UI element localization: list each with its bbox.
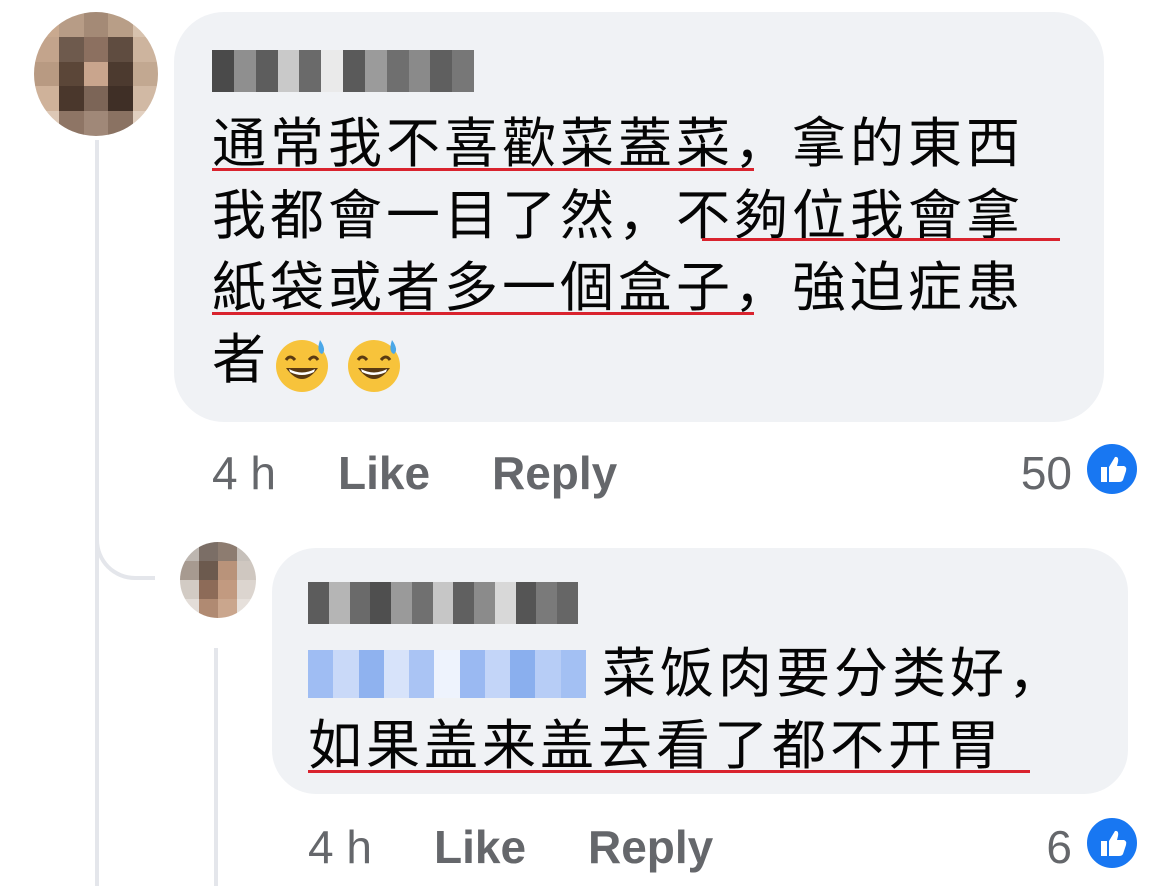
reply-button[interactable]: Reply bbox=[588, 820, 713, 874]
red-underline bbox=[212, 168, 754, 171]
avatar[interactable] bbox=[34, 12, 158, 136]
avatar-pixelated bbox=[180, 542, 256, 618]
red-underline bbox=[212, 312, 754, 315]
red-underline bbox=[702, 238, 1060, 241]
comment-text-line-2: 我都會一目了然，不夠位我會拿 bbox=[212, 184, 1024, 247]
red-underline bbox=[308, 770, 1030, 773]
thumbs-up-icon bbox=[1101, 456, 1127, 482]
thread-line-main bbox=[95, 140, 99, 886]
avatar-pixelated bbox=[34, 12, 158, 136]
timestamp[interactable]: 4 h bbox=[308, 820, 372, 874]
author-name-blurred[interactable] bbox=[212, 50, 474, 92]
like-button[interactable]: Like bbox=[434, 820, 526, 874]
timestamp[interactable]: 4 h bbox=[212, 446, 276, 500]
like-button[interactable]: Like bbox=[338, 446, 430, 500]
thread-line-reply bbox=[214, 648, 218, 886]
grinning-sweat-emoji-icon bbox=[348, 340, 400, 392]
reaction-count[interactable]: 50 bbox=[960, 446, 1072, 500]
mention-tag-blurred[interactable] bbox=[308, 650, 586, 698]
reply-button[interactable]: Reply bbox=[492, 446, 617, 500]
thumbs-up-icon bbox=[1101, 830, 1127, 856]
reaction-count[interactable]: 6 bbox=[990, 820, 1072, 874]
comment-text-line-4: 者 bbox=[212, 328, 270, 391]
thumbs-up-reaction-icon[interactable] bbox=[1083, 814, 1141, 872]
avatar[interactable] bbox=[180, 542, 256, 618]
thread-connector-curve bbox=[95, 530, 155, 580]
thumbs-up-reaction-icon[interactable] bbox=[1083, 440, 1141, 498]
reply-text-line-1: 菜饭肉要分类好， bbox=[602, 642, 1066, 705]
author-name-blurred[interactable] bbox=[308, 582, 578, 624]
grinning-sweat-emoji-icon bbox=[276, 340, 328, 392]
